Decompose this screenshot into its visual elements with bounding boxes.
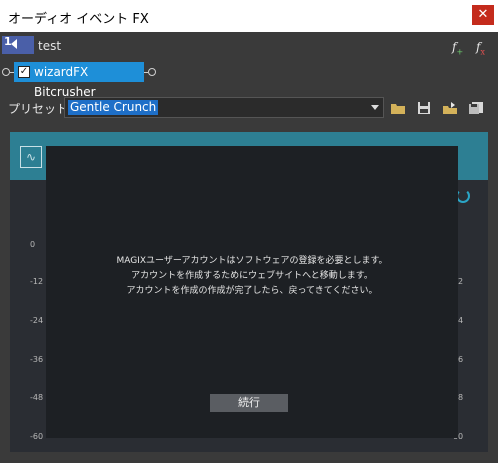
title-bar: オーディオ イベント FX ✕ — [0, 0, 498, 32]
audio-event-fx-window: オーディオ イベント FX ✕ 1 test f+ fx ✓ wizardFX … — [0, 0, 498, 463]
open-folder-icon[interactable] — [390, 101, 406, 115]
track-name: test — [38, 39, 62, 53]
save-as-icon[interactable] — [468, 101, 484, 115]
meter-tick: -24 — [30, 316, 44, 325]
power-icon[interactable] — [456, 189, 470, 203]
dialog-message-line: MAGIXユーザーアカウントはソフトウェアの登録を必要とします。 — [116, 256, 388, 266]
dialog-message: MAGIXユーザーアカウントはソフトウェアの登録を必要とします。 アカウントを作… — [46, 254, 458, 299]
dialog-message-line: アカウントを作成の作成が完了したら、戻ってきてください。 — [126, 286, 378, 296]
plugin-enable-checkbox[interactable]: ✓ — [18, 66, 30, 78]
meter-tick: -36 — [30, 355, 44, 364]
chain-input-node — [2, 68, 10, 76]
add-fx-icon[interactable]: f+ — [452, 40, 470, 56]
save-icon[interactable] — [416, 101, 432, 115]
preset-dropdown[interactable]: Gentle Crunch — [64, 97, 384, 118]
continue-button[interactable]: 続行 — [210, 394, 288, 412]
dialog-message-line: アカウントを作成するためにウェブサイトへと移動します。 — [131, 271, 373, 281]
folder-arrow-icon[interactable] — [442, 101, 458, 115]
meter-tick: -48 — [30, 393, 44, 402]
close-button[interactable]: ✕ — [472, 5, 494, 25]
track-number-badge[interactable]: 1 — [2, 36, 34, 54]
preset-row: プリセット: Gentle Crunch — [0, 94, 498, 122]
chevron-down-icon — [371, 105, 379, 110]
meter-tick: -12 — [30, 277, 44, 286]
track-row: 1 test f+ fx — [0, 32, 498, 60]
preset-value: Gentle Crunch — [68, 100, 159, 115]
window-title: オーディオ イベント FX — [8, 12, 149, 27]
fx-chain: ✓ wizardFX Bitcrusher — [0, 60, 498, 99]
waveform-logo-icon: ∿ — [20, 146, 42, 168]
meter-tick: -60 — [30, 432, 44, 441]
speaker-icon — [11, 39, 17, 49]
preset-label: プリセット: — [8, 102, 73, 116]
remove-fx-icon[interactable]: fx — [476, 40, 494, 56]
plugin-slot[interactable]: ✓ wizardFX Bitcrusher — [14, 62, 144, 99]
chain-output-node — [148, 68, 156, 76]
meter-tick: 0 — [30, 240, 36, 249]
account-registration-dialog: MAGIXユーザーアカウントはソフトウェアの登録を必要とします。 アカウントを作… — [46, 146, 458, 438]
